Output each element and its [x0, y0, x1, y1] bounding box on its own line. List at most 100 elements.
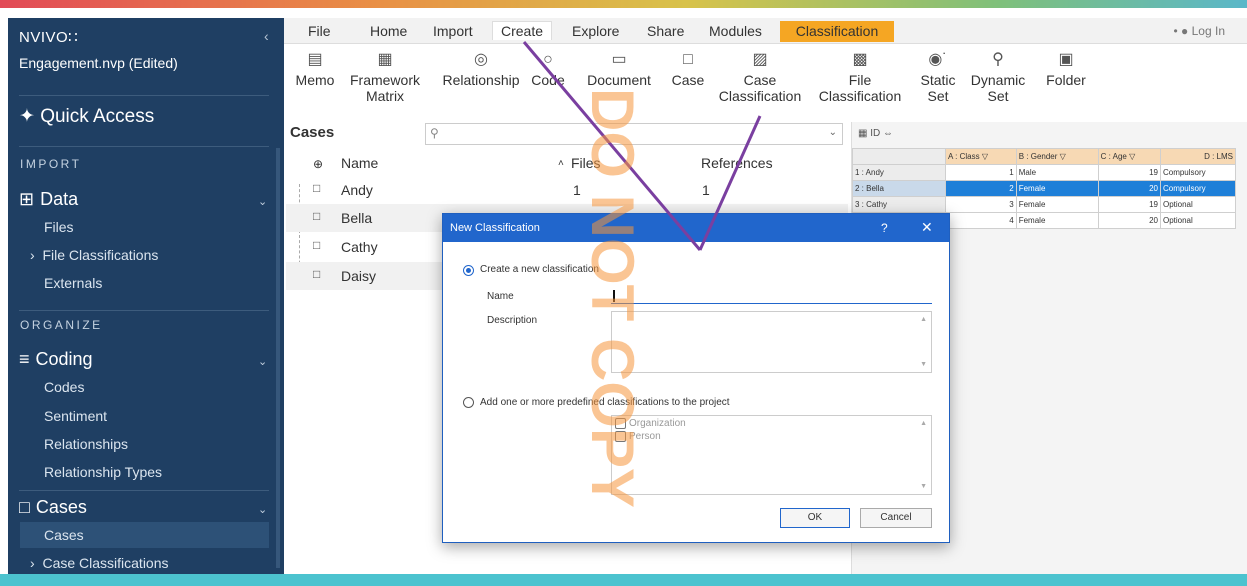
cell-age[interactable]: 19	[1097, 196, 1161, 213]
filter-icon[interactable]: ▽	[1060, 152, 1066, 161]
chevron-down-icon[interactable]: ⌄	[258, 503, 267, 516]
log-in-link[interactable]: • ● Log In	[1173, 24, 1225, 38]
name-field[interactable]	[611, 287, 932, 304]
file-classification-button[interactable]: ▩ File Classification	[814, 48, 906, 104]
dialog-title-bar[interactable]: New Classification ? ✕	[443, 214, 949, 242]
sidebar-item-file-classifications[interactable]: › File Classifications	[30, 247, 158, 263]
column-header-label: C : Age	[1100, 152, 1127, 161]
folder-icon: ▣	[1058, 51, 1074, 68]
cell-gender[interactable]: Female	[1015, 180, 1099, 197]
button-label: Folder	[1046, 72, 1086, 88]
tab-modules[interactable]: Modules	[709, 23, 762, 39]
sidebar-item-externals[interactable]: Externals	[44, 275, 102, 291]
cell-lms[interactable]: Compulsory	[1159, 164, 1237, 181]
row-label[interactable]: 2 : Bella	[852, 180, 946, 197]
quick-access-heading[interactable]: ✦ Quick Access	[19, 105, 154, 128]
tab-explore[interactable]: Explore	[572, 23, 619, 39]
scroll-up-icon[interactable]: ▲	[920, 420, 927, 427]
table-row[interactable]: 2 : Bella 2 Female 20 Compulsory	[852, 180, 1237, 197]
cell-class[interactable]: 1	[945, 164, 1017, 181]
cell-gender[interactable]: Female	[1015, 196, 1099, 213]
sidebar-item-codes[interactable]: Codes	[44, 379, 84, 395]
sidebar-group-data[interactable]: ⊞ Data	[19, 189, 78, 210]
sheet-toolbar[interactable]: ▦ ID ⇔	[858, 128, 893, 139]
cell-age[interactable]: 20	[1097, 212, 1161, 229]
memo-button[interactable]: ▤ Memo	[292, 48, 338, 88]
cell-class[interactable]: 4	[945, 212, 1017, 229]
divider	[19, 310, 269, 311]
filter-icon[interactable]: ▽	[982, 152, 988, 161]
cell-lms[interactable]: Compulsory	[1159, 180, 1237, 197]
sidebar-item-cases[interactable]: Cases	[44, 527, 84, 543]
sidebar-group-coding[interactable]: ≡ Coding	[19, 349, 93, 370]
column-header-gender[interactable]: B : Gender ▽	[1015, 148, 1099, 165]
column-header-age[interactable]: C : Age ▽	[1097, 148, 1161, 165]
chevron-down-icon[interactable]: ⌄	[258, 355, 267, 368]
column-header-files[interactable]: Files	[571, 155, 601, 171]
ok-button[interactable]: OK	[780, 508, 850, 528]
expand-all-icon[interactable]: ⊕	[313, 157, 323, 171]
sidebar-item-sentiment[interactable]: Sentiment	[44, 408, 107, 424]
column-header-references[interactable]: References	[701, 155, 773, 171]
cell-gender[interactable]: Male	[1015, 164, 1099, 181]
dynamic-set-button[interactable]: ⚲ Dynamic Set	[968, 48, 1028, 104]
sidebar-item-case-classifications[interactable]: › Case Classifications	[30, 555, 169, 571]
close-icon[interactable]: ✕	[921, 219, 933, 236]
search-input[interactable]: ⚲ ⌄	[425, 123, 843, 145]
chevron-down-icon[interactable]: ⌄	[258, 195, 267, 208]
cell-lms[interactable]: Optional	[1159, 196, 1237, 213]
help-icon[interactable]: ?	[881, 221, 888, 235]
filter-icon[interactable]: ▽	[1129, 152, 1135, 161]
case-classification-button[interactable]: ▨ Case Classification	[716, 48, 804, 104]
scroll-up-icon[interactable]: ▲	[920, 316, 927, 323]
predefined-radio[interactable]	[463, 397, 474, 408]
case-button[interactable]: □ Case	[668, 48, 708, 88]
relationship-button[interactable]: ◎ Relationship	[439, 48, 523, 88]
cell-class[interactable]: 3	[945, 196, 1017, 213]
tab-classification[interactable]: Classification	[780, 21, 894, 42]
framework-matrix-button[interactable]: ▦ Framework Matrix	[346, 48, 424, 104]
button-label: File	[848, 72, 872, 88]
folder-button[interactable]: ▣ Folder	[1042, 48, 1090, 88]
create-new-radio[interactable]	[463, 265, 474, 276]
chevron-down-icon[interactable]: ⌄	[829, 127, 837, 138]
collapse-sidebar-icon[interactable]: ‹	[264, 28, 269, 44]
row-label[interactable]: 3 : Cathy	[852, 196, 946, 213]
tab-home[interactable]: Home	[370, 23, 407, 39]
sidebar-group-cases[interactable]: □ Cases	[19, 497, 87, 518]
cell-age[interactable]: 20	[1097, 180, 1161, 197]
cell-gender[interactable]: Female	[1015, 212, 1099, 229]
cancel-button[interactable]: Cancel	[860, 508, 932, 528]
code-button[interactable]: ○ Code	[528, 48, 568, 88]
sidebar-item-relationship-types[interactable]: Relationship Types	[44, 464, 162, 480]
scroll-down-icon[interactable]: ▼	[920, 361, 927, 368]
static-set-button[interactable]: ◉˙ Static Set	[916, 48, 960, 104]
column-header-lms[interactable]: D : LMS	[1159, 148, 1237, 165]
organization-checkbox[interactable]	[615, 418, 626, 429]
scroll-down-icon[interactable]: ▼	[920, 483, 927, 490]
row-label[interactable]: 1 : Andy	[852, 164, 946, 181]
table-row[interactable]: 1 : Andy 1 Male 19 Compulsory	[852, 164, 1237, 181]
case-name: Daisy	[341, 268, 377, 284]
description-field[interactable]: ▲ ▼	[611, 311, 932, 373]
case-icon: □	[683, 51, 693, 68]
tab-create[interactable]: Create	[492, 21, 553, 40]
tab-import[interactable]: Import	[433, 23, 473, 39]
tab-share[interactable]: Share	[647, 23, 684, 39]
tab-file[interactable]: File	[308, 23, 331, 39]
table-row[interactable]: □ Andy 1 1	[286, 176, 848, 204]
cell-age[interactable]: 19	[1097, 164, 1161, 181]
nvivo-window: NVIVO∷ ‹ Engagement.nvp (Edited) ✦ Quick…	[0, 0, 1247, 586]
document-button[interactable]: ▭ Document	[582, 48, 656, 88]
sidebar-item-relationships[interactable]: Relationships	[44, 436, 128, 452]
table-row[interactable]: 3 : Cathy 3 Female 19 Optional	[852, 196, 1237, 213]
section-label-organize: ORGANIZE	[20, 318, 103, 332]
cell-lms[interactable]: Optional	[1159, 212, 1237, 229]
case-files-count: 1	[573, 182, 581, 198]
cell-class[interactable]: 2	[945, 180, 1017, 197]
sidebar-scrollbar[interactable]	[276, 148, 280, 568]
person-checkbox[interactable]	[615, 431, 626, 442]
column-header-name[interactable]: Name	[341, 155, 378, 171]
column-header-class[interactable]: A : Class ▽	[945, 148, 1017, 165]
sidebar-item-files[interactable]: Files	[44, 219, 74, 235]
